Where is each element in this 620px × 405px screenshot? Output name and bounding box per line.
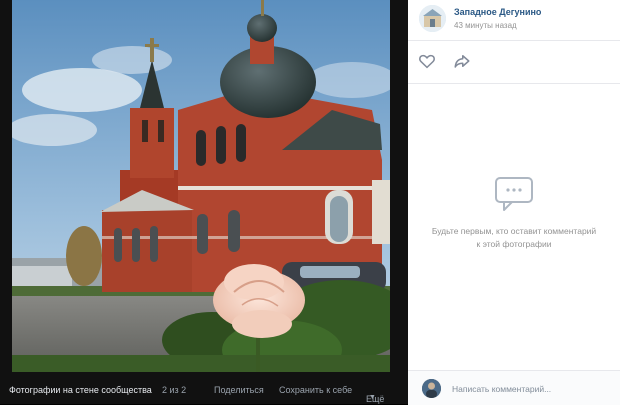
community-name[interactable]: Западное Дегунино [454,7,541,17]
empty-comments: Будьте первым, кто оставит комментарий к… [408,175,620,251]
heart-icon[interactable] [418,52,436,70]
post-actions [408,41,620,84]
photo-counter: 2 из 2 [162,385,187,395]
share-arrow-icon[interactable] [453,52,471,70]
user-avatar [422,379,441,398]
album-link[interactable]: Фотографии на стене сообщества [9,385,152,395]
comments-bubble-icon [495,177,533,211]
comment-bar: Написать комментарий... [408,370,620,405]
comment-input[interactable]: Написать комментарий... [452,384,551,394]
chevron-down-icon: ▼ [369,394,376,401]
save-link[interactable]: Сохранить к себе [279,385,352,395]
post-header: Западное Дегунино 43 минуты назад [408,0,620,41]
post-time[interactable]: 43 минуты назад [454,21,517,30]
viewer-bottom-bar: Фотографии на стене сообщества 2 из 2 По… [0,376,408,404]
church-photo-illustration [12,0,390,372]
empty-comments-text: Будьте первым, кто оставит комментарий к… [431,226,597,249]
side-panel: Западное Дегунино 43 минуты назад Будьте… [408,0,620,405]
share-link[interactable]: Поделиться [214,385,264,395]
photo-viewer: Фотографии на стене сообщества 2 из 2 По… [0,0,408,404]
photo[interactable] [12,0,390,372]
community-avatar[interactable] [419,5,446,32]
